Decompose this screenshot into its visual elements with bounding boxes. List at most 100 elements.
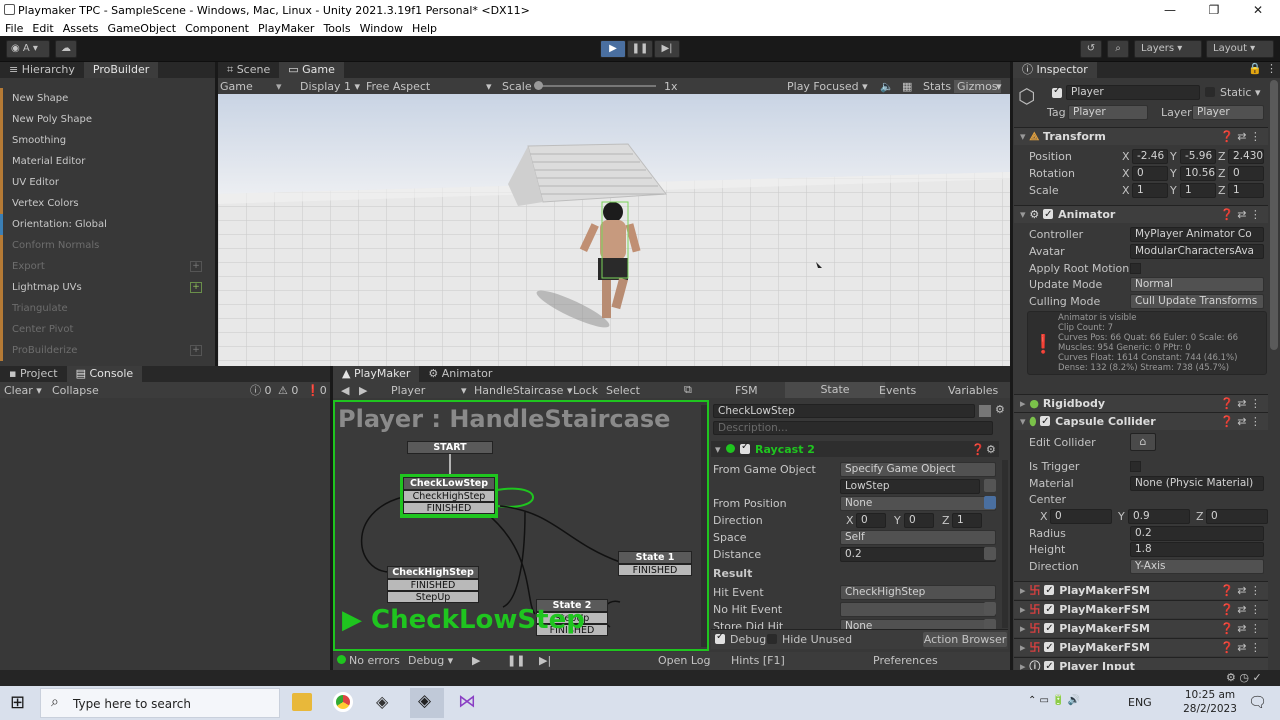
variable-toggle-icon[interactable] <box>984 479 996 492</box>
taskbar-search-box[interactable]: ⌕ Type here to search <box>40 688 280 718</box>
scale-slider[interactable] <box>536 85 656 87</box>
display-dropdown[interactable]: Display 1 ▾ <box>300 80 360 93</box>
fsm-enabled-checkbox[interactable] <box>1044 601 1055 618</box>
animator-help-icon[interactable]: ❓ ⇄ ⋮ <box>1220 208 1261 221</box>
center-z-field[interactable]: 0 <box>1206 509 1268 524</box>
tab-game[interactable]: ▭ Game <box>279 62 344 78</box>
visual-studio-icon[interactable]: ⋈ <box>458 691 476 712</box>
start-node[interactable]: START <box>407 441 493 454</box>
clear-button[interactable]: Clear ▾ <box>4 384 42 397</box>
static-toggle[interactable]: Static ▾ <box>1205 86 1260 99</box>
fsm-enabled-checkbox[interactable] <box>1044 582 1055 599</box>
menu-tools[interactable]: Tools <box>323 22 350 35</box>
grid-icon[interactable]: ▦ <box>902 80 912 93</box>
system-tray-icons[interactable]: ⌃ ▭ 🔋 🔊 <box>1028 695 1080 706</box>
collapse-arrow-icon[interactable]: ▾ <box>715 443 721 456</box>
probuilder-item[interactable]: Center Pivot <box>0 319 210 340</box>
transform-position-y[interactable]: -5.96 <box>1180 149 1216 164</box>
tab-project[interactable]: ▪ Project <box>0 366 67 382</box>
forward-arrow-icon[interactable]: ▶ <box>359 384 367 397</box>
probuilder-item[interactable]: Material Editor <box>0 151 210 172</box>
is-trigger-checkbox[interactable] <box>1130 461 1141 472</box>
tab-variables[interactable]: Variables <box>948 384 998 397</box>
component-help-icon[interactable]: ❓ ⇄ ⋮ <box>1220 130 1261 143</box>
graph-scrollbar[interactable] <box>701 405 707 647</box>
minimize-button[interactable]: — <box>1148 0 1192 20</box>
info-count[interactable]: ⓘ 0 <box>250 382 272 398</box>
transform-position-x[interactable]: -2.46 <box>1132 149 1168 164</box>
tab-events[interactable]: Events <box>879 384 916 397</box>
tab-scene[interactable]: ⌗ Scene <box>218 62 279 78</box>
avatar-field[interactable]: ModularCharactersAva <box>1130 244 1264 259</box>
state-color-swatch[interactable] <box>979 405 991 417</box>
windows-start-icon[interactable]: ⊞ <box>10 692 25 713</box>
update-mode-dropdown[interactable]: Normal <box>1130 277 1264 292</box>
error-count[interactable]: ❗0 <box>306 384 327 397</box>
graph-view-icon[interactable]: ⧉ <box>684 383 692 397</box>
direction-y-field[interactable]: 0 <box>904 513 934 528</box>
menu-edit[interactable]: Edit <box>32 22 53 35</box>
inspector-scrollbar[interactable] <box>1270 80 1278 350</box>
play-focused-dropdown[interactable]: Play Focused ▾ <box>787 80 868 93</box>
clock-date[interactable]: 28/2/2023 <box>1180 703 1240 715</box>
probuilder-item[interactable]: ProBuilderize + <box>0 340 210 361</box>
status-icons[interactable]: ⚙ ◷ ✓ <box>1226 671 1262 684</box>
probuilder-item[interactable]: UV Editor <box>0 172 210 193</box>
select-button[interactable]: Select <box>606 384 640 397</box>
warning-count[interactable]: ⚠ 0 <box>278 384 298 397</box>
transform-scale-y[interactable]: 1 <box>1180 183 1216 198</box>
back-arrow-icon[interactable]: ◀ <box>341 384 349 397</box>
active-checkbox[interactable] <box>1052 85 1067 100</box>
language-indicator[interactable]: ENG <box>1128 696 1152 709</box>
probuilder-item[interactable]: Triangulate <box>0 298 210 319</box>
capsule-enabled-checkbox[interactable] <box>1040 413 1051 430</box>
action-field-value[interactable]: None <box>840 496 996 511</box>
fsm-dropdown[interactable]: HandleStaircase ▾ <box>474 384 572 397</box>
game-viewport[interactable] <box>218 94 1010 366</box>
transform-scale-x[interactable]: 1 <box>1132 183 1168 198</box>
mute-audio-icon[interactable]: 🔈 <box>880 80 894 93</box>
probuilder-item[interactable]: New Poly Shape <box>0 109 210 130</box>
layout-dropdown[interactable]: Layout ▾ <box>1206 40 1274 58</box>
clock-time[interactable]: 10:25 am <box>1180 689 1240 701</box>
unity-hub-icon[interactable]: ◈ <box>376 692 388 711</box>
maximize-button[interactable]: ❐ <box>1192 0 1236 20</box>
transition-stepup[interactable]: StepUp <box>387 591 479 603</box>
tab-fsm[interactable]: FSM <box>735 384 758 397</box>
radius-field[interactable]: 0.2 <box>1130 526 1264 541</box>
gameobject-dropdown[interactable]: Player <box>391 384 425 397</box>
action-browser-button[interactable]: Action Browser <box>923 632 1007 647</box>
probuilder-item[interactable]: Lightmap UVs + <box>0 277 210 298</box>
menu-file[interactable]: File <box>5 22 23 35</box>
options-plus-icon[interactable]: + <box>190 261 202 272</box>
fsm-help-icon[interactable]: ❓ ⇄ ⋮ <box>1220 584 1261 597</box>
tab-animator[interactable]: ⚙ Animator <box>419 366 501 382</box>
aspect-dropdown[interactable]: Free Aspect <box>366 80 430 93</box>
preferences-button[interactable]: Preferences <box>873 654 938 667</box>
center-x-field[interactable]: 0 <box>1050 509 1112 524</box>
description-field[interactable]: Description... <box>713 421 993 435</box>
probuilder-item[interactable]: Orientation: Global <box>0 214 210 235</box>
direction-z-field[interactable]: 1 <box>952 513 982 528</box>
play-button[interactable]: ▶ <box>600 40 626 58</box>
transition-finished-2[interactable]: FINISHED <box>387 579 479 591</box>
menu-assets[interactable]: Assets <box>63 22 99 35</box>
history-icon[interactable]: ↺ <box>1080 40 1102 58</box>
height-field[interactable]: 1.8 <box>1130 542 1264 557</box>
tab-probuilder[interactable]: ProBuilder <box>83 62 159 78</box>
step-button[interactable]: ▶| <box>654 40 680 58</box>
state-name-field[interactable]: CheckLowStep <box>713 404 975 418</box>
edit-collider-button[interactable]: ⌂ <box>1130 433 1156 451</box>
player-input-header[interactable]: ▸ ⓘ Player Input <box>1014 657 1268 675</box>
action-settings-icon[interactable]: ⚙ <box>986 443 996 456</box>
tab-inspector[interactable]: ⓘ Inspector <box>1013 62 1097 78</box>
fsm-enabled-checkbox[interactable] <box>1044 620 1055 637</box>
stats-button[interactable]: Stats <box>923 80 951 93</box>
variable-toggle-icon[interactable] <box>984 602 996 615</box>
menu-component[interactable]: Component <box>185 22 249 35</box>
action-field-value[interactable]: LowStep <box>840 479 980 494</box>
variable-toggle-icon[interactable] <box>984 496 996 509</box>
animator-enabled-checkbox[interactable] <box>1043 206 1054 223</box>
pause-icon[interactable]: ❚❚ <box>507 654 525 667</box>
gizmos-button[interactable]: Gizmos <box>954 79 1001 93</box>
